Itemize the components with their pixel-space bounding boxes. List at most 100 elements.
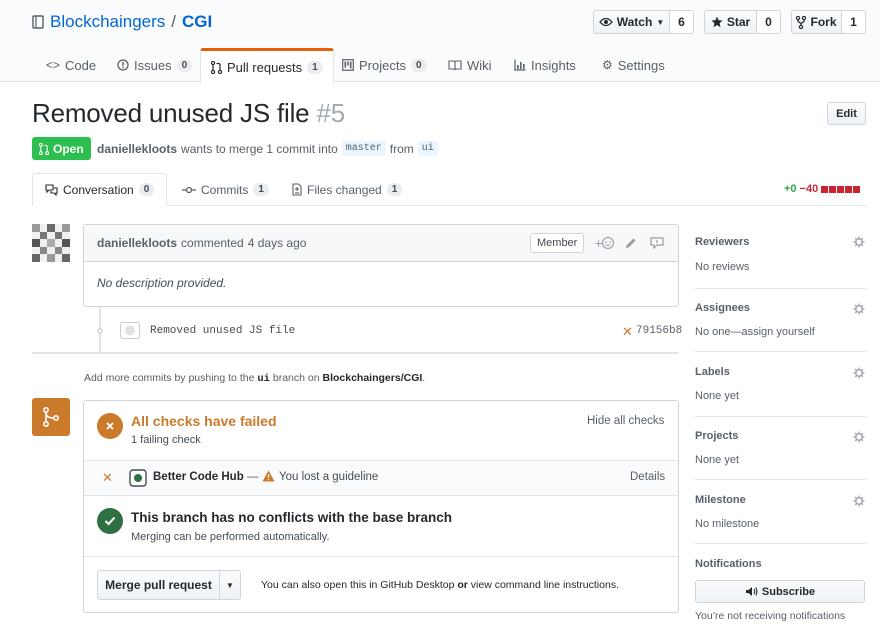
assignees-heading: Assignees (695, 302, 751, 314)
x-icon: ✕ (102, 470, 113, 485)
repo-owner-link[interactable]: Blockchaingers (50, 12, 165, 32)
watch-count[interactable]: 6 (670, 10, 694, 34)
push-repo-link[interactable]: Blockchaingers/CGI (323, 372, 423, 384)
commits-count-badge: 1 (253, 183, 269, 196)
merge-method-dropdown[interactable]: ▼ (219, 570, 241, 600)
check-dash: — (247, 471, 259, 483)
sidebar-labels: Labels None yet (695, 352, 866, 417)
gear-icon[interactable] (853, 431, 865, 443)
pr-description-comment: daniellekloots commented 4 days ago Memb… (83, 224, 679, 307)
assignees-value[interactable]: No one—assign yourself (695, 326, 815, 338)
project-icon (342, 59, 354, 71)
comment-timestamp[interactable]: 4 days ago (248, 236, 307, 250)
merge-box: All checks have failed 1 failing check H… (83, 400, 679, 613)
fork-button[interactable]: Fork (791, 10, 842, 34)
tab-code[interactable]: <> Code (36, 48, 106, 82)
diffstat-block (845, 185, 853, 193)
tab-files-changed[interactable]: Files changed 1 (280, 173, 414, 206)
avatar[interactable] (32, 224, 70, 262)
diffstat-block (853, 185, 861, 193)
reviewers-heading: Reviewers (695, 236, 750, 248)
checks-section: All checks have failed 1 failing check H… (84, 401, 678, 461)
diffstat-additions: +0 (784, 183, 797, 195)
merge-pull-request-button[interactable]: Merge pull request (97, 570, 220, 600)
commit-message-link[interactable]: Removed unused JS file (150, 325, 295, 337)
conflicts-subtitle: Merging can be performed automatically. (131, 531, 330, 543)
pr-title: Removed unused JS file #5 (32, 98, 345, 129)
checks-title: All checks have failed (131, 413, 277, 429)
eye-icon (598, 17, 613, 27)
graph-icon (514, 59, 526, 71)
pr-author-link[interactable]: daniellekloots (97, 142, 177, 156)
file-diff-icon (292, 183, 302, 196)
tab-wiki[interactable]: Wiki (438, 48, 502, 82)
warning-icon (262, 470, 275, 482)
check-description: You lost a guideline (279, 471, 379, 483)
open-in-desktop-link[interactable]: open this in GitHub Desktop (324, 579, 455, 591)
check-details-link[interactable]: Details (630, 471, 665, 483)
tab-issues[interactable]: Issues 0 (107, 48, 202, 82)
star-button[interactable]: Star (704, 10, 757, 34)
checks-subtitle: 1 failing check (131, 434, 201, 446)
pencil-icon[interactable] (625, 237, 637, 249)
add-reaction-icon[interactable]: + (594, 236, 616, 250)
conversation-count-badge: 0 (138, 183, 155, 196)
repo-name-link[interactable]: CGI (182, 12, 212, 32)
member-label: Member (530, 233, 585, 253)
edit-title-button[interactable]: Edit (827, 102, 866, 125)
sidebar-projects: Projects None yet (695, 417, 866, 480)
gear-icon[interactable] (853, 367, 865, 379)
tab-commits[interactable]: Commits 1 (170, 173, 281, 206)
fork-count[interactable]: 1 (842, 10, 866, 34)
pull-requests-count-badge: 1 (307, 60, 323, 74)
tab-projects[interactable]: Projects 0 (332, 48, 437, 82)
x-circle-icon (97, 413, 123, 439)
comment-body: No description provided. (97, 276, 227, 290)
diffstat-block (829, 185, 837, 193)
repo-icon (32, 14, 44, 30)
sidebar-reviewers: Reviewers No reviews (695, 225, 866, 289)
status-badge: Open (32, 137, 91, 160)
issues-count-badge: 0 (176, 58, 193, 72)
labels-value: None yet (695, 390, 740, 402)
star-count[interactable]: 0 (757, 10, 781, 34)
reviewers-value: No reviews (695, 261, 750, 273)
repo-header: Blockchaingers / CGI Watch ▼ 6 Star 0 Fo… (0, 0, 880, 83)
tab-insights[interactable]: Insights (504, 48, 586, 82)
notifications-heading: Notifications (695, 558, 762, 570)
diffstat-deletions: −40 (799, 183, 819, 195)
tab-conversation[interactable]: Conversation 0 (32, 173, 168, 206)
head-branch: ui (417, 141, 438, 156)
gear-icon[interactable] (853, 236, 865, 248)
tab-settings[interactable]: ⚙ Settings (592, 48, 675, 82)
reply-icon[interactable] (650, 237, 664, 249)
tab-pull-requests[interactable]: Pull requests 1 (200, 48, 334, 83)
projects-heading: Projects (695, 430, 739, 442)
hide-checks-link[interactable]: Hide all checks (587, 415, 664, 427)
sidebar-milestone: Milestone No milestone (695, 480, 866, 544)
watch-button[interactable]: Watch ▼ (593, 10, 670, 34)
command-line-instructions-link[interactable]: view command line instructions (471, 579, 616, 591)
commit-icon (182, 186, 196, 194)
x-icon[interactable]: ✕ (622, 324, 633, 340)
gear-icon[interactable] (853, 495, 865, 507)
gear-icon[interactable] (853, 303, 865, 315)
projects-count-badge: 0 (410, 58, 427, 72)
diffstat-block (837, 185, 845, 193)
comment-header: daniellekloots commented 4 days ago (84, 225, 678, 262)
commit-sha-link[interactable]: 79156b8 (636, 325, 682, 337)
caret-down-icon: ▼ (226, 580, 234, 590)
book-icon (448, 59, 462, 71)
sidebar-assignees: Assignees No one—assign yourself (695, 289, 866, 352)
better-code-hub-logo-icon (129, 469, 147, 487)
gear-icon: ⚙ (602, 58, 613, 72)
pr-meta: daniellekloots wants to merge 1 commit i… (97, 141, 438, 156)
check-circle-icon (97, 508, 123, 534)
pull-request-icon (39, 142, 49, 155)
subscribe-button[interactable]: Subscribe (695, 580, 865, 603)
repo-separator: / (171, 12, 177, 31)
pull-request-icon (211, 60, 222, 74)
commit-author-avatar[interactable] (120, 322, 140, 339)
conflicts-title: This branch has no conflicts with the ba… (131, 510, 453, 525)
comment-author-link[interactable]: daniellekloots (97, 236, 177, 250)
